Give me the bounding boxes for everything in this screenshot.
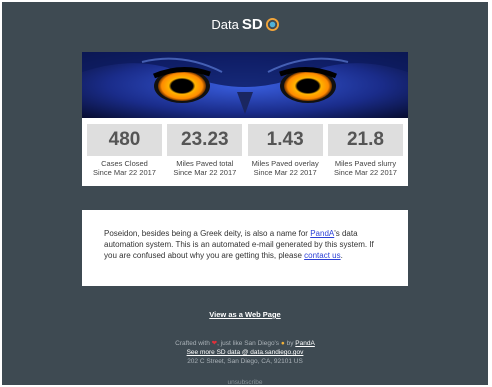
panda-link[interactable]: PandA — [310, 229, 334, 238]
stat-label: Miles Paved total — [176, 159, 234, 168]
stat-value: 480 — [87, 124, 162, 156]
lightbulb-icon: ● — [280, 340, 285, 347]
stat-since: Since Mar 22 2017 — [253, 168, 317, 177]
unsubscribe-link[interactable]: unsubscribe — [2, 378, 488, 385]
data-sd-logo[interactable]: Data SD — [2, 16, 488, 33]
address-text: 202 C Street, San Diego, CA, 92101 US — [187, 358, 303, 365]
stat-cases-closed: 480 Cases Closed Since Mar 22 2017 — [87, 124, 162, 180]
crafted-prefix: Crafted with — [175, 340, 210, 347]
crafted-mid: , just like San Diego's — [217, 340, 280, 347]
message-text: Poseidon, besides being a Greek deity, i… — [104, 229, 311, 238]
see-more-data-link[interactable]: See more SD data @ data.sandiego.gov — [2, 348, 488, 357]
message-text: . — [340, 251, 343, 260]
stat-value: 1.43 — [247, 124, 323, 156]
owl-hero-image — [82, 52, 408, 118]
crafted-line: Crafted with ❤, just like San Diego's ● … — [2, 339, 488, 348]
crafted-by: by — [286, 340, 294, 347]
logo-prefix: Data — [211, 17, 239, 32]
footer: Crafted with ❤, just like San Diego's ● … — [2, 339, 488, 385]
logo-sd: SD — [241, 16, 263, 33]
stat-caption: Cases Closed Since Mar 22 2017 — [87, 159, 162, 177]
stat-label: Miles Paved slurry — [334, 159, 397, 168]
owl-eyes-image — [82, 52, 408, 118]
stat-caption: Miles Paved total Since Mar 22 2017 — [167, 159, 242, 177]
stat-miles-paved-overlay: 1.43 Miles Paved overlay Since Mar 22 20… — [247, 124, 323, 180]
stat-value: 23.23 — [167, 124, 243, 156]
stat-since: Since Mar 22 2017 — [173, 168, 237, 177]
stat-miles-paved-slurry: 21.8 Miles Paved slurry Since Mar 22 201… — [327, 124, 403, 180]
stat-since: Since Mar 22 2017 — [334, 168, 397, 177]
stat-label: Cases Closed — [101, 159, 148, 168]
email-frame: Data SD 480 Cases Closed Since Mar 22 20… — [2, 2, 488, 385]
message-panel: Poseidon, besides being a Greek deity, i… — [82, 210, 408, 286]
stat-value: 21.8 — [327, 124, 403, 156]
contact-us-link[interactable]: contact us — [304, 251, 340, 260]
stat-since: Since Mar 22 2017 — [93, 168, 156, 177]
stat-caption: Miles Paved slurry Since Mar 22 2017 — [328, 159, 403, 177]
stat-label: Miles Paved overlay — [251, 159, 319, 168]
view-as-web-page-link[interactable]: View as a Web Page — [2, 310, 488, 319]
stat-caption: Miles Paved overlay Since Mar 22 2017 — [248, 159, 323, 177]
stat-miles-paved-total: 23.23 Miles Paved total Since Mar 22 201… — [167, 124, 243, 180]
sd-logo-icon — [265, 18, 279, 31]
stats-panel: 480 Cases Closed Since Mar 22 2017 23.23… — [82, 118, 408, 186]
footer-panda-link[interactable]: PandA — [295, 340, 315, 347]
